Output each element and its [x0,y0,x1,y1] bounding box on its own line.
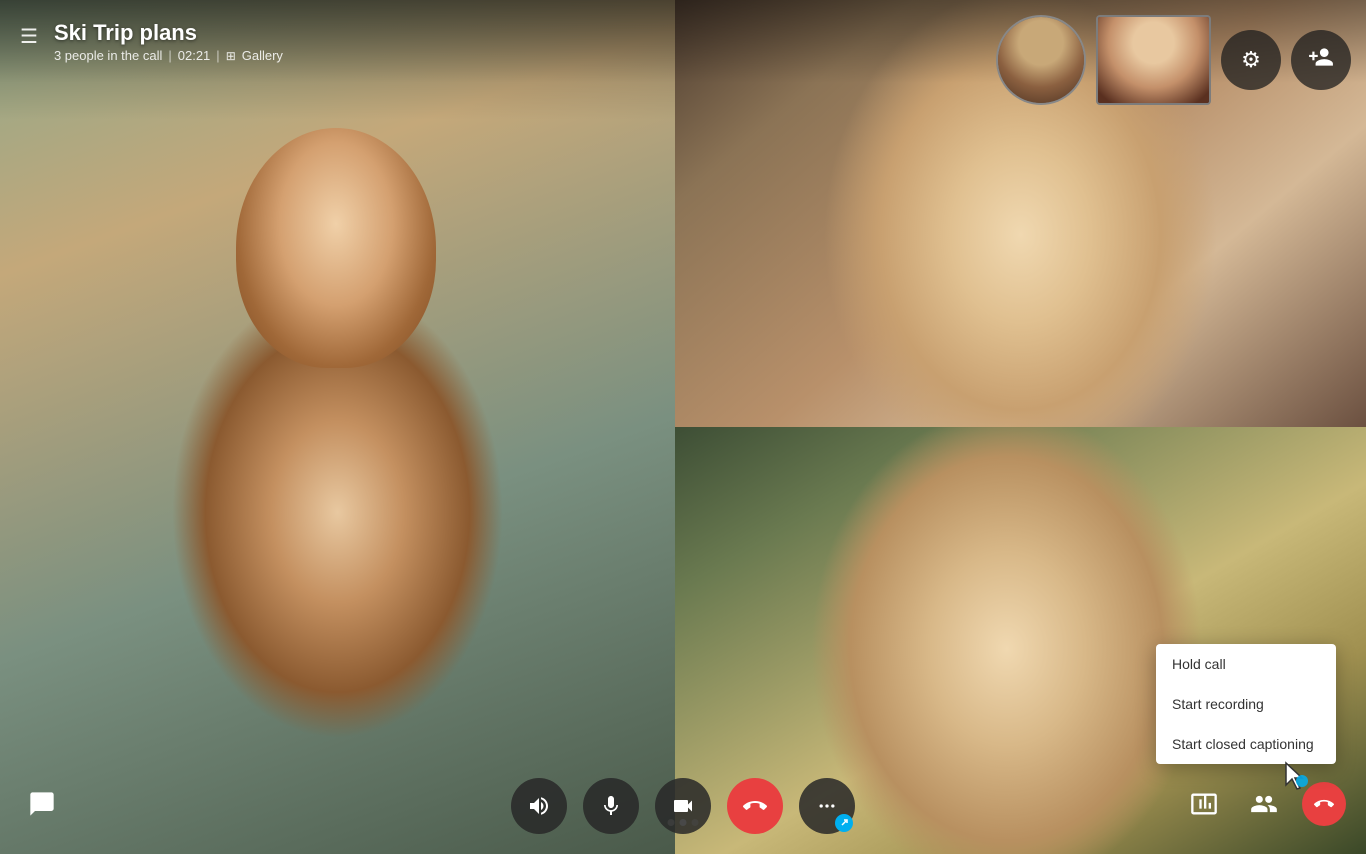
settings-icon: ⚙ [1241,47,1261,73]
camera-button[interactable] [655,778,711,834]
microphone-button[interactable] [583,778,639,834]
more-options-button[interactable] [799,778,855,834]
hold-call-item[interactable]: Hold call [1156,644,1336,684]
add-person-icon [1308,44,1334,76]
participant-thumbnail-2[interactable] [1096,15,1211,105]
thumbnail-video-2 [1098,17,1209,103]
thumbnail-video-1 [998,17,1084,103]
participant-thumbnail-1[interactable] [996,15,1086,105]
start-recording-item[interactable]: Start recording [1156,684,1336,724]
start-captioning-item[interactable]: Start closed captioning [1156,724,1336,764]
end-call-button[interactable] [727,778,783,834]
speaker-button[interactable] [511,778,567,834]
right-controls [1182,782,1346,826]
more-options-arrow [835,814,853,832]
main-video-feed [0,0,675,854]
hamburger-button[interactable]: ☰ [20,24,38,49]
settings-button[interactable]: ⚙ [1221,30,1281,90]
add-person-button[interactable] [1291,30,1351,90]
screen-share-button[interactable] [1182,782,1226,826]
end-call-button-right[interactable] [1302,782,1346,826]
video-main [0,0,675,854]
controls-bar [0,778,1366,834]
context-menu: Hold call Start recording Start closed c… [1156,644,1336,764]
participants-button[interactable] [1242,782,1286,826]
